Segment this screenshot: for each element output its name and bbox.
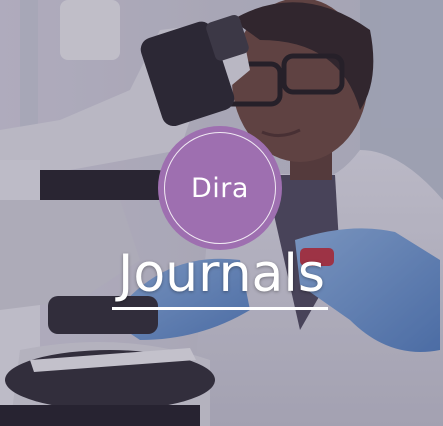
- title-underline: [112, 307, 328, 310]
- journals-tile[interactable]: Dira Journals: [0, 0, 443, 426]
- badge-label: Dira: [191, 172, 249, 204]
- tile-title[interactable]: Journals: [0, 244, 443, 304]
- dira-badge: Dira: [158, 126, 282, 250]
